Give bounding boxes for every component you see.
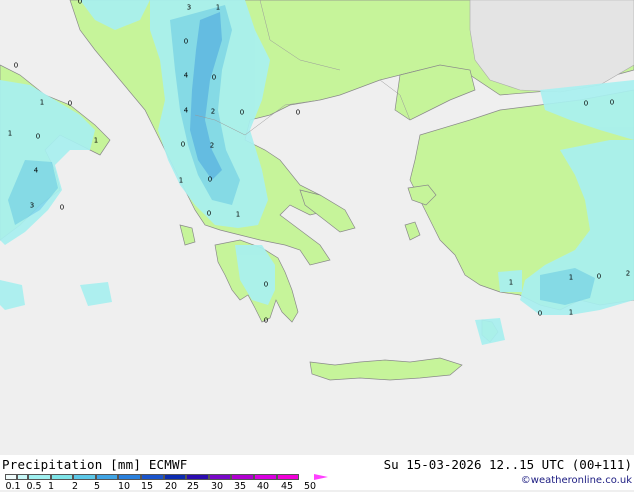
footer: Precipitation [mm] ECMWF Su 15-03-2026 1…: [0, 455, 634, 492]
precip-value-label: 0: [13, 61, 19, 70]
precip-value-label: 0: [263, 316, 269, 325]
precip-value-label: 0: [295, 108, 301, 117]
precip-value-label: 3: [186, 3, 192, 12]
forecast-datetime: Su 15-03-2026 12..15 UTC (00+111): [383, 457, 632, 472]
legend-swatch: [118, 474, 141, 480]
precip-value-label: 0: [206, 209, 212, 218]
precip-value-label: 1: [178, 176, 184, 185]
precip-value-label: 0: [207, 175, 213, 184]
legend-swatch: [140, 474, 164, 480]
legend-swatch: [276, 474, 300, 480]
precip-value-label: 0: [537, 309, 543, 318]
precip-value-label: 0: [239, 108, 245, 117]
title-units: [mm]: [110, 457, 142, 472]
precip-value-label: 1: [235, 210, 241, 219]
legend-swatch: [16, 474, 28, 480]
precip-value-label: 0: [583, 99, 589, 108]
legend-swatch: [208, 474, 232, 480]
precipitation-map: 3 1 0 0 0 4 0 1 0 4 2 0 0 1 0 1 0 2 4 1 0 3 0 0 1 0 0 0 0 1 0 2 1 0 1: [0, 0, 634, 455]
precip-value-label: 0: [59, 203, 65, 212]
precip-value-label: 2: [625, 269, 631, 278]
precip-value-label: 0: [180, 140, 186, 149]
precip-value-label: 1: [215, 3, 221, 12]
legend-swatch: [5, 474, 17, 480]
black-sea-area: [469, 0, 634, 93]
legend-swatch: [253, 474, 277, 480]
precip-value-label: 3: [29, 201, 35, 210]
legend-swatch: [231, 474, 254, 480]
title-prefix: Precipitation: [2, 457, 103, 472]
credit-text: ©weatheronline.co.uk: [520, 475, 632, 486]
precip-value-label: 0: [77, 0, 83, 6]
map-title: Precipitation [mm] ECMWF: [2, 457, 187, 472]
precip-value-label: 0: [609, 98, 615, 107]
precip-value-label: 2: [210, 107, 216, 116]
legend-swatch: [163, 474, 187, 480]
title-model: ECMWF: [148, 457, 188, 472]
map-canvas: [0, 0, 634, 455]
outside-domain: [469, 0, 634, 93]
legend-arrow-icon: [314, 474, 328, 480]
legend-colorbar: [5, 474, 300, 481]
precip-value-label: 1: [7, 129, 13, 138]
precip-value-label: 1: [508, 278, 514, 287]
precip-value-label: 2: [209, 141, 215, 150]
precip-value-label: 0: [211, 73, 217, 82]
precip-value-label: 4: [33, 166, 39, 175]
legend-swatch: [28, 474, 51, 480]
precip-value-label: 0: [263, 280, 269, 289]
precip-value-label: 1: [39, 98, 45, 107]
precip-value-label: 4: [183, 106, 189, 115]
legend-swatch: [95, 474, 119, 480]
precip-value-label: 0: [596, 272, 602, 281]
legend-swatch: [73, 474, 96, 480]
precip-value-label: 1: [93, 136, 99, 145]
precip-value-label: 0: [183, 37, 189, 46]
precip-value-label: 0: [35, 132, 41, 141]
precip-value-label: 0: [67, 99, 73, 108]
precip-value-label: 1: [568, 308, 574, 317]
precip-value-label: 1: [568, 273, 574, 282]
legend-ticks: 0.1 0.5 1 2 5 10 15 20 25 30 35 40 45 50: [0, 482, 340, 492]
legend-swatch: [50, 474, 74, 480]
precip-value-label: 4: [183, 71, 189, 80]
legend-swatch: [186, 474, 209, 480]
